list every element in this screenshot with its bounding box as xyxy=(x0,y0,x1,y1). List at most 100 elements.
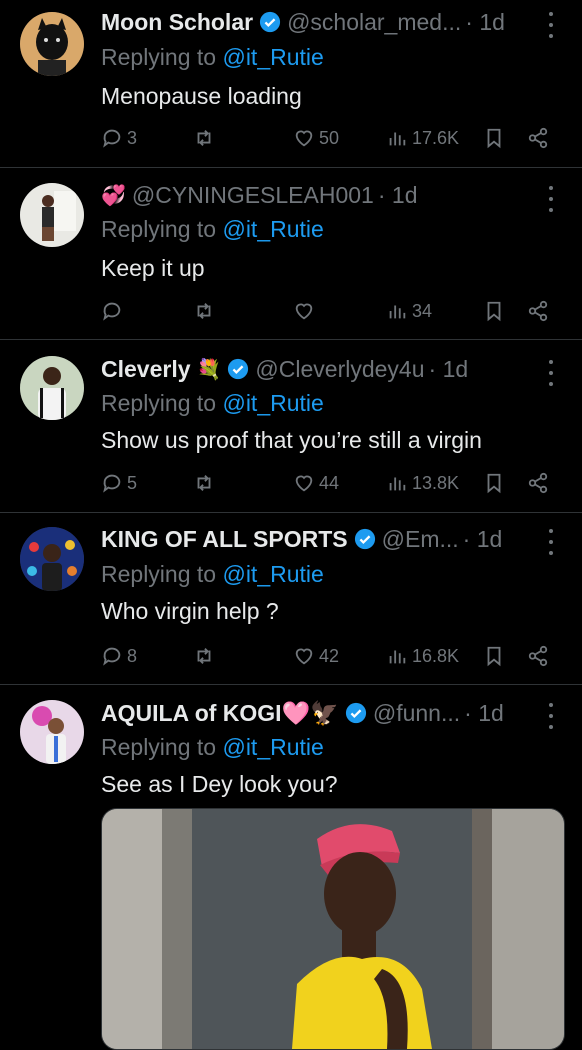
share-button[interactable] xyxy=(527,296,549,326)
reply-header: 💞 @CYNINGESLEAH001 · 1d xyxy=(101,178,526,212)
username[interactable]: @scholar_med... xyxy=(287,9,461,36)
share-icon xyxy=(528,472,548,494)
reply-text: Menopause loading xyxy=(101,83,302,109)
reply-button[interactable]: 5 xyxy=(101,468,137,498)
views-icon xyxy=(389,477,406,491)
like-count: 44 xyxy=(319,472,340,493)
views-button[interactable]: 17.6K xyxy=(386,123,459,153)
reply-text: See as I Dey look you? xyxy=(101,771,338,797)
reply-count: 8 xyxy=(127,645,138,666)
like-button[interactable]: 44 xyxy=(293,468,339,498)
reply-icon xyxy=(103,647,121,666)
retweet-button[interactable] xyxy=(193,641,215,671)
bookmark-icon xyxy=(487,128,501,149)
username[interactable]: @Cleverlydey4u xyxy=(255,356,424,383)
action-bar: 8 42 16.8K xyxy=(101,641,561,671)
timestamp[interactable]: · 1d xyxy=(464,700,504,727)
reply-item[interactable]: KING OF ALL SPORTS @Em... · 1d Replying … xyxy=(0,513,582,685)
reply-button[interactable]: 3 xyxy=(101,123,137,153)
reply-header: Moon Scholar @scholar_med... · 1d xyxy=(101,5,526,39)
display-name[interactable]: Moon Scholar xyxy=(101,9,253,36)
username[interactable]: @CYNINGESLEAH001 xyxy=(132,182,374,209)
more-options-icon[interactable] xyxy=(546,360,556,386)
views-count: 34 xyxy=(412,300,433,321)
retweet-icon xyxy=(197,130,211,146)
bookmark-button[interactable] xyxy=(483,641,505,671)
bookmark-button[interactable] xyxy=(483,123,505,153)
verified-badge-icon xyxy=(228,358,249,380)
display-name[interactable]: KING OF ALL SPORTS xyxy=(101,526,348,553)
display-name[interactable]: AQUILA of KOGI🩷🦅 xyxy=(101,700,339,727)
retweet-button[interactable] xyxy=(193,468,215,498)
views-button[interactable]: 13.8K xyxy=(386,468,459,498)
share-button[interactable] xyxy=(527,641,549,671)
views-count: 17.6K xyxy=(412,127,460,148)
more-options-icon[interactable] xyxy=(546,529,556,555)
timestamp[interactable]: · 1d xyxy=(429,356,469,383)
more-options-icon[interactable] xyxy=(546,703,556,729)
timestamp[interactable]: · 1d xyxy=(378,182,418,209)
bookmark-button[interactable] xyxy=(483,296,505,326)
heart-icon xyxy=(295,130,313,147)
like-button[interactable] xyxy=(293,296,315,326)
retweet-button[interactable] xyxy=(193,296,215,326)
reply-text: Show us proof that you’re still a virgin xyxy=(101,427,482,453)
like-button[interactable]: 42 xyxy=(293,641,339,671)
retweet-icon xyxy=(197,303,211,319)
action-bar: 34 xyxy=(101,296,561,326)
avatar[interactable] xyxy=(20,183,84,247)
views-button[interactable]: 16.8K xyxy=(386,641,459,671)
reply-count: 3 xyxy=(127,127,138,148)
avatar[interactable] xyxy=(20,12,84,76)
retweet-button[interactable] xyxy=(193,123,215,153)
share-icon xyxy=(528,127,548,149)
mention-link[interactable]: @it_Rutie xyxy=(222,390,323,416)
display-name-emoji: 💐 xyxy=(196,358,222,381)
display-name[interactable]: Cleverly xyxy=(101,356,191,383)
bookmark-icon xyxy=(487,473,501,494)
reply-button[interactable] xyxy=(101,296,123,326)
more-options-icon[interactable] xyxy=(546,12,556,38)
avatar[interactable] xyxy=(20,356,84,420)
retweet-icon xyxy=(197,475,211,491)
replying-to: Replying to @it_Rutie xyxy=(101,390,324,416)
reply-header: KING OF ALL SPORTS @Em... · 1d xyxy=(101,522,526,556)
reply-icon xyxy=(103,129,121,148)
heart-icon xyxy=(295,303,313,320)
views-button[interactable]: 34 xyxy=(386,296,432,326)
avatar[interactable] xyxy=(20,700,84,764)
bookmark-button[interactable] xyxy=(483,468,505,498)
avatar[interactable] xyxy=(20,527,84,591)
attached-photo[interactable] xyxy=(101,808,565,1050)
action-bar: 5 44 13.8K xyxy=(101,468,561,498)
like-count: 50 xyxy=(319,127,340,148)
reply-item[interactable]: Moon Scholar @scholar_med... · 1d Replyi… xyxy=(0,0,582,168)
reply-item[interactable]: 💞 @CYNINGESLEAH001 · 1d Replying to @it_… xyxy=(0,168,582,340)
replying-to: Replying to @it_Rutie xyxy=(101,44,324,70)
reply-icon xyxy=(103,302,121,321)
reply-count: 5 xyxy=(127,472,138,493)
share-icon xyxy=(528,300,548,322)
reply-text: Who virgin help ? xyxy=(101,598,279,624)
verified-badge-icon xyxy=(345,702,366,724)
username[interactable]: @funn... xyxy=(373,700,460,727)
like-count: 42 xyxy=(319,645,340,666)
like-button[interactable]: 50 xyxy=(293,123,339,153)
verified-badge-icon xyxy=(354,528,375,550)
display-name-emoji: 💞 xyxy=(101,184,126,207)
reply-button[interactable]: 8 xyxy=(101,641,137,671)
reply-text: Keep it up xyxy=(101,255,205,281)
action-bar: 3 50 17.6K xyxy=(101,123,561,153)
mention-link[interactable]: @it_Rutie xyxy=(222,216,323,242)
mention-link[interactable]: @it_Rutie xyxy=(222,44,323,70)
timestamp[interactable]: · 1d xyxy=(463,526,503,553)
share-button[interactable] xyxy=(527,468,549,498)
mention-link[interactable]: @it_Rutie xyxy=(222,561,323,587)
share-button[interactable] xyxy=(527,123,549,153)
reply-item[interactable]: Cleverly 💐 @Cleverlydey4u · 1d Replying … xyxy=(0,340,582,513)
username[interactable]: @Em... xyxy=(382,526,459,553)
mention-link[interactable]: @it_Rutie xyxy=(222,734,323,760)
timestamp[interactable]: · 1d xyxy=(465,9,505,36)
more-options-icon[interactable] xyxy=(546,186,556,212)
replying-to: Replying to @it_Rutie xyxy=(101,216,324,242)
